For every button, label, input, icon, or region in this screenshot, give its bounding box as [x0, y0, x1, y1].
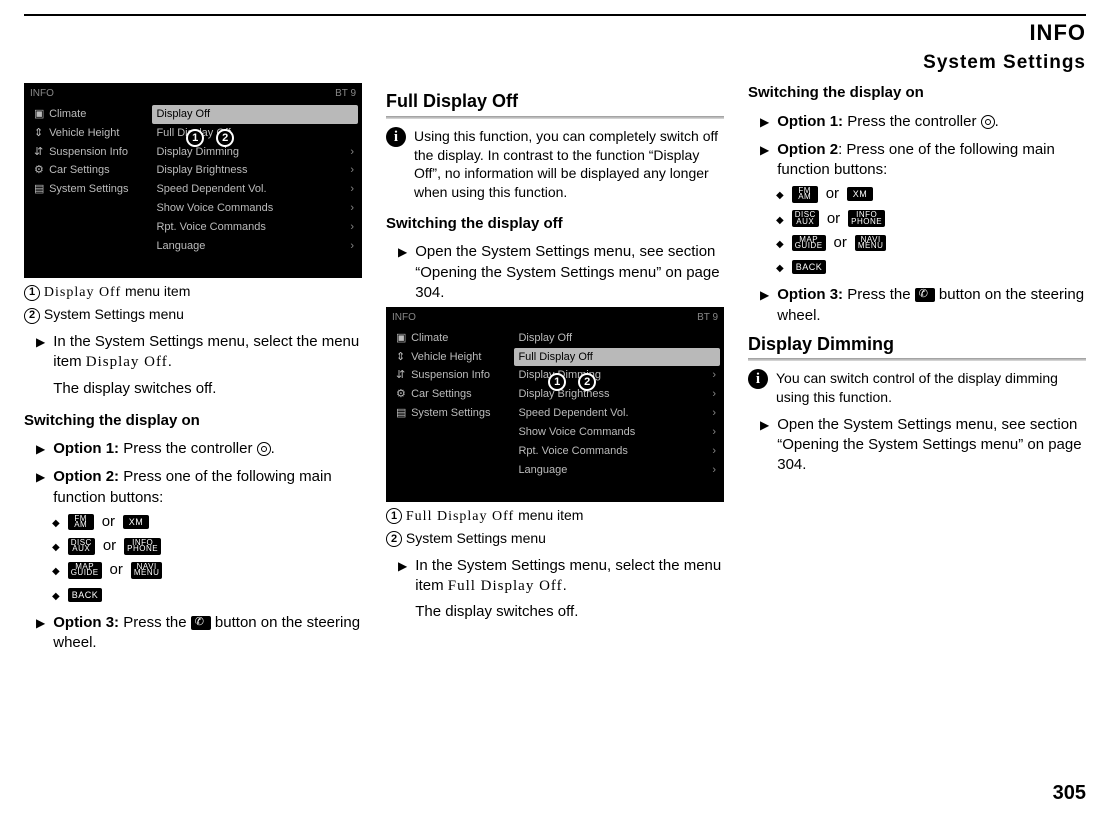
disc-aux-button-icon: DISCAUX: [792, 210, 819, 227]
column-1: INFOBT 9 ▣ Climate ⇕ Vehicle Height ⇵ Su…: [24, 83, 362, 657]
heading-full-display-off: Full Display Off: [386, 89, 724, 113]
caption-2: 2 System Settings menu: [24, 305, 362, 324]
screenshot-display-off: INFOBT 9 ▣ Climate ⇕ Vehicle Height ⇵ Su…: [24, 83, 362, 278]
option-2-col3: Option 2: Press one of the following mai…: [760, 140, 1086, 181]
navi-menu-button-icon: NAVIMENU: [855, 235, 887, 252]
heading-display-dimming: Display Dimming: [748, 332, 1086, 356]
option-2-col1: Option 2: Press one of the following mai…: [36, 467, 362, 508]
xm-button-icon: XM: [847, 187, 873, 201]
btn-row-fm-xm-2: FMAM or XM: [776, 184, 1086, 204]
step-select-full-display-off: In the System Settings menu, select the …: [398, 556, 724, 623]
caption-3: 1 Full Display Off menu item: [386, 506, 724, 527]
option-1-col1: Option 1: Press the controller .: [36, 439, 362, 459]
fm-am-button-icon: FMAM: [68, 514, 94, 531]
screenshot-full-display-off: INFOBT 9 ▣ Climate ⇕ Vehicle Height ⇵ Su…: [386, 307, 724, 502]
back-button-icon: BACK: [68, 588, 103, 602]
btn-row-map-navi-1: MAPGUIDE or NAVIMENU: [52, 560, 362, 580]
navi-menu-button-icon: NAVIMENU: [131, 562, 163, 579]
disc-aux-button-icon: DISCAUX: [68, 538, 95, 555]
callout-1-badge-b: 1: [548, 373, 566, 391]
step-open-menu-1: Open the System Settings menu, see secti…: [398, 242, 724, 303]
option-3-col1: Option 3: Press the button on the steeri…: [36, 613, 362, 654]
callout-2-badge-b: 2: [578, 373, 596, 391]
btn-row-fm-xm-1: FMAM or XM: [52, 512, 362, 532]
callout-1-badge: 1: [186, 129, 204, 147]
xm-button-icon: XM: [123, 515, 149, 529]
fm-am-button-icon: FMAM: [792, 186, 818, 203]
page-number: 305: [1053, 780, 1086, 807]
header-title: System Settings: [24, 50, 1086, 76]
map-guide-button-icon: MAPGUIDE: [792, 235, 826, 252]
map-guide-button-icon: MAPGUIDE: [68, 562, 102, 579]
info-phone-button-icon: INFOPHONE: [124, 538, 161, 555]
step-open-menu-2: Open the System Settings menu, see secti…: [760, 415, 1086, 476]
column-2: Full Display Off i Using this function, …: [386, 83, 724, 657]
heading-switch-on-1: Switching the display on: [24, 411, 362, 431]
controller-icon: [981, 115, 995, 129]
heading-switch-off: Switching the display off: [386, 214, 724, 234]
btn-row-back-1: BACK: [52, 585, 362, 605]
option-1-col3: Option 1: Press the controller .: [760, 112, 1086, 132]
option-3-col3: Option 3: Press the button on the steeri…: [760, 285, 1086, 326]
info-icon: i: [748, 369, 768, 389]
btn-row-disc-info-2: DISCAUX or INFOPHONE: [776, 209, 1086, 229]
header-category: INFO: [24, 18, 1086, 48]
controller-icon: [257, 442, 271, 456]
phone-button-icon: [191, 616, 211, 630]
caption-4: 2 System Settings menu: [386, 529, 724, 548]
info-phone-button-icon: INFOPHONE: [848, 210, 885, 227]
btn-row-map-navi-2: MAPGUIDE or NAVIMENU: [776, 233, 1086, 253]
info-note-dimming: i You can switch control of the display …: [748, 369, 1086, 407]
info-note-full-off: i Using this function, you can completel…: [386, 127, 724, 203]
back-button-icon: BACK: [792, 260, 827, 274]
step-select-display-off: In the System Settings menu, select the …: [36, 332, 362, 399]
column-3: Switching the display on Option 1: Press…: [748, 83, 1086, 657]
btn-row-disc-info-1: DISCAUX or INFOPHONE: [52, 536, 362, 556]
heading-switch-on-2: Switching the display on: [748, 83, 1086, 103]
callout-2-badge: 2: [216, 129, 234, 147]
btn-row-back-2: BACK: [776, 257, 1086, 277]
caption-1: 1 Display Off menu item: [24, 282, 362, 303]
info-icon: i: [386, 127, 406, 147]
phone-button-icon: [915, 288, 935, 302]
